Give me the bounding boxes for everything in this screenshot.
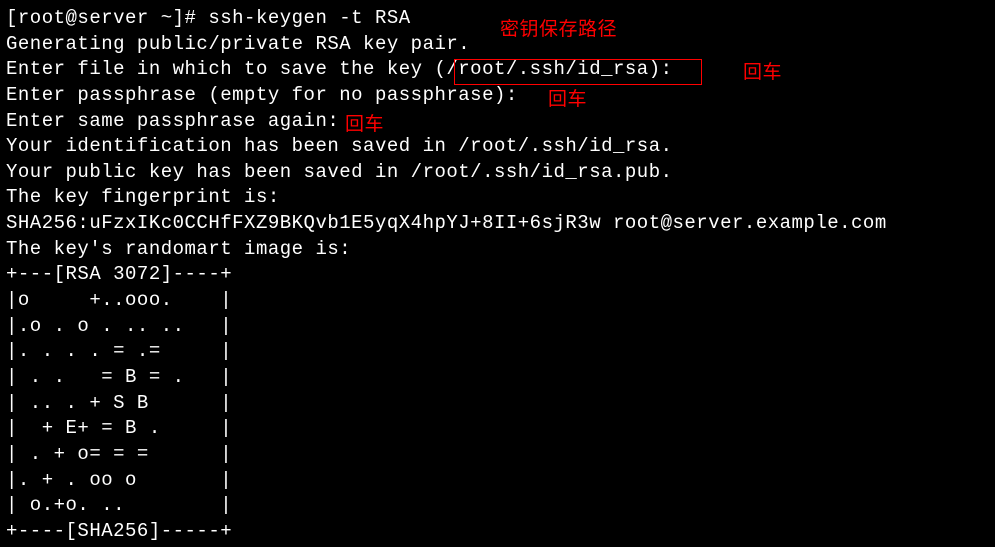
output-line-12: |. . . . = .= | — [6, 339, 989, 365]
annotation-enter-3: 回车 — [345, 113, 384, 139]
command-text: ssh-keygen -t RSA — [208, 7, 410, 29]
annotation-save-path-label: 密钥保存路径 — [500, 18, 617, 44]
output-line-15: | + E+ = B . | — [6, 416, 989, 442]
annotation-enter-2: 回车 — [548, 88, 587, 114]
output-line-5: Your public key has been saved in /root/… — [6, 160, 989, 186]
output-line-3: Enter same passphrase again: — [6, 109, 989, 135]
output-line-17: |. + . oo o | — [6, 468, 989, 494]
output-line-16: | . + o= = = | — [6, 442, 989, 468]
output-line-10: |o +..ooo. | — [6, 288, 989, 314]
output-line-13: | . . = B = . | — [6, 365, 989, 391]
output-line-9: +---[RSA 3072]----+ — [6, 262, 989, 288]
output-line-8: The key's randomart image is: — [6, 237, 989, 263]
annotation-enter-1: 回车 — [743, 61, 782, 87]
output-line-0: Generating public/private RSA key pair. — [6, 32, 989, 58]
output-line-14: | .. . + S B | — [6, 391, 989, 417]
output-line-19: +----[SHA256]-----+ — [6, 519, 989, 545]
prompt: [root@server ~]# — [6, 7, 208, 29]
output-line-18: | o.+o. .. | — [6, 493, 989, 519]
output-line-11: |.o . o . .. .. | — [6, 314, 989, 340]
output-line-7: SHA256:uFzxIKc0CCHfFXZ9BKQvb1E5yqX4hpYJ+… — [6, 211, 989, 237]
terminal-output: [root@server ~]# ssh-keygen -t RSA Gener… — [6, 6, 989, 544]
output-line-2: Enter passphrase (empty for no passphras… — [6, 83, 989, 109]
output-line-4: Your identification has been saved in /r… — [6, 134, 989, 160]
output-line-1: Enter file in which to save the key (/ro… — [6, 57, 989, 83]
output-line-6: The key fingerprint is: — [6, 185, 989, 211]
command-line: [root@server ~]# ssh-keygen -t RSA — [6, 6, 989, 32]
